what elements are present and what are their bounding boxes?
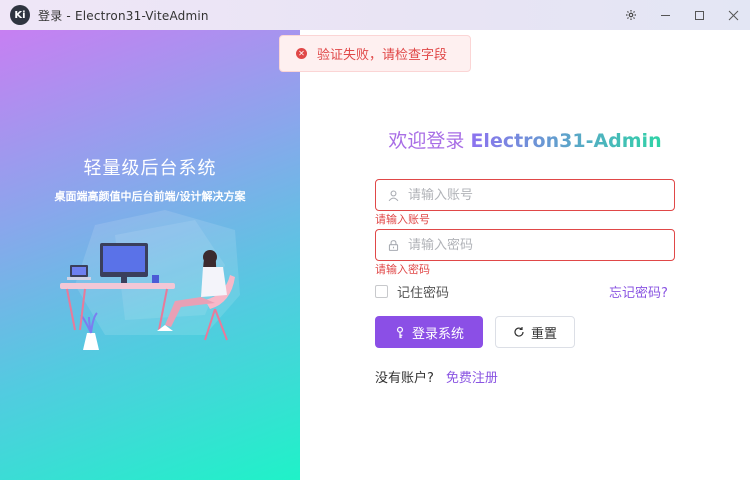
remember-password[interactable]: 记住密码 <box>375 282 449 301</box>
login-button[interactable]: 登录系统 <box>375 316 483 348</box>
password-input[interactable] <box>408 237 658 253</box>
register-link[interactable]: 免费注册 <box>446 367 498 386</box>
password-field[interactable] <box>375 229 675 261</box>
close-icon <box>728 10 738 20</box>
toast-message: 验证失败，请检查字段 <box>317 48 448 63</box>
username-error: 请输入账号 <box>375 213 430 226</box>
error-toast: ✕ 验证失败，请检查字段 <box>279 35 471 72</box>
app-logo: Ki <box>10 5 30 25</box>
maximize-icon <box>694 10 704 20</box>
forgot-password-link[interactable]: 忘记密码? <box>609 282 668 301</box>
no-account-text: 没有账户? <box>375 371 434 386</box>
register-row: 没有账户? 免费注册 <box>375 367 498 386</box>
window-title: 登录 - Electron31-ViteAdmin <box>38 8 209 23</box>
reset-button[interactable]: 重置 <box>495 316 575 348</box>
remember-checkbox[interactable] <box>375 285 388 298</box>
title-bar: Ki 登录 - Electron31-ViteAdmin <box>0 0 750 30</box>
maximize-button[interactable] <box>682 0 716 30</box>
username-field[interactable] <box>375 179 675 211</box>
key-icon <box>394 326 406 339</box>
login-heading-prefix: 欢迎登录 <box>388 130 465 152</box>
desk-illustration <box>60 210 240 350</box>
password-error: 请输入密码 <box>375 263 430 276</box>
error-circle-icon: ✕ <box>296 48 307 59</box>
gear-icon <box>626 10 636 20</box>
login-button-label: 登录系统 <box>411 326 464 342</box>
refresh-icon <box>513 326 525 338</box>
login-heading: 欢迎登录 Electron31-Admin <box>300 126 750 153</box>
settings-button[interactable] <box>614 0 648 30</box>
minimize-icon <box>660 14 670 16</box>
remember-label: 记住密码 <box>397 286 450 301</box>
window-controls <box>614 0 750 30</box>
brand-panel: 轻量级后台系统 桌面端高颜值中后台前端/设计解决方案 <box>0 30 300 480</box>
minimize-button[interactable] <box>648 0 682 30</box>
close-button[interactable] <box>716 0 750 30</box>
brand-title: 轻量级后台系统 <box>83 158 217 179</box>
login-heading-app: Electron31-Admin <box>470 130 662 152</box>
lock-icon <box>386 238 400 252</box>
brand-subtitle: 桌面端高颜值中后台前端/设计解决方案 <box>54 190 246 203</box>
reset-button-label: 重置 <box>530 326 557 342</box>
username-input[interactable] <box>408 187 658 203</box>
user-icon <box>386 188 400 202</box>
